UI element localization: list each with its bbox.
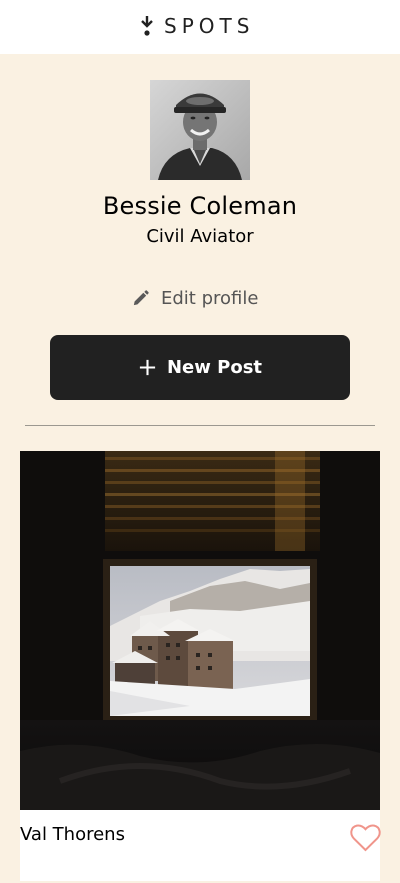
section-divider — [25, 425, 375, 426]
profile-name: Bessie Coleman — [102, 192, 298, 220]
avatar — [150, 80, 250, 180]
heart-outline-icon — [350, 824, 381, 852]
post-card: Val Thorens — [20, 451, 381, 881]
new-post-label: New Post — [166, 357, 263, 378]
spots-logo[interactable]: SPOTS — [141, 14, 254, 38]
profile-description: Civil Aviator — [146, 226, 254, 247]
edit-profile-button[interactable]: Edit profile — [131, 285, 258, 311]
edit-profile-label: Edit profile — [161, 287, 259, 309]
logo-text: SPOTS — [164, 14, 255, 38]
spots-logo-icon — [141, 16, 153, 36]
post-image[interactable] — [20, 451, 380, 810]
post-title: Val Thorens — [20, 824, 125, 845]
plus-icon — [139, 359, 156, 376]
pencil-icon — [133, 289, 149, 305]
app-header: SPOTS — [0, 0, 400, 54]
new-post-button[interactable]: New Post — [50, 335, 350, 400]
like-button[interactable] — [350, 824, 381, 852]
